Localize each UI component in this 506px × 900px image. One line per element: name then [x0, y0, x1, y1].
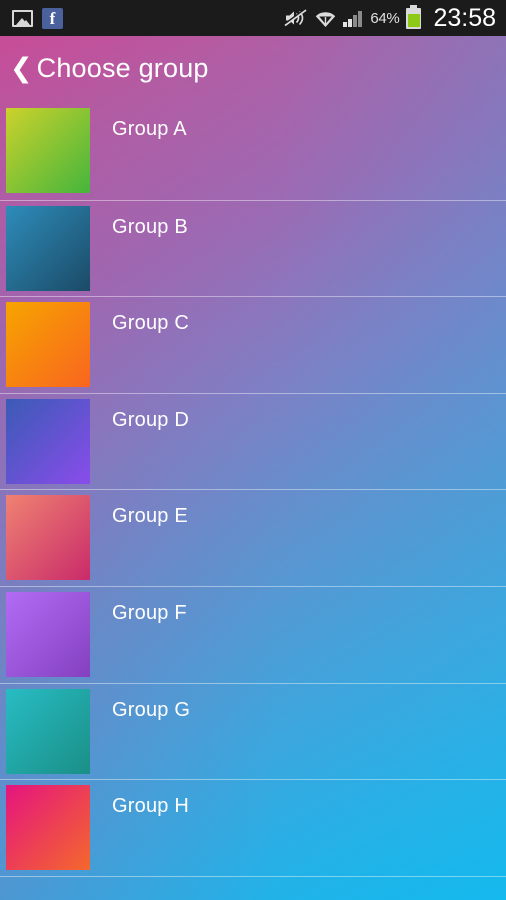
signal-bar-3 [353, 14, 357, 27]
list-item[interactable]: Group A [0, 103, 506, 200]
list-item-label: Group B [112, 215, 188, 238]
group-b-swatch [6, 205, 90, 291]
list-item[interactable]: Group B [0, 199, 506, 297]
list-item-label: Group E [112, 505, 188, 528]
list-item[interactable]: Group C [0, 296, 506, 393]
group-list[interactable]: Group A Group B Group C Group D Group E Group… [0, 103, 506, 900]
list-item-label: Group A [112, 118, 187, 140]
list-item[interactable]: Group G [0, 682, 506, 780]
group-e-swatch [6, 495, 90, 581]
back-chevron-icon[interactable]: ❮ [6, 55, 37, 85]
battery-icon [406, 4, 422, 29]
list-item[interactable]: Group E [0, 489, 506, 586]
clock-label: 23:58 [433, 3, 496, 32]
cellular-signal-icon [343, 10, 363, 27]
list-item-label: Group G [112, 698, 191, 721]
page-title: Choose group [36, 53, 209, 83]
status-bar: f 64% 23:58 [0, 0, 506, 36]
signal-bar-1 [343, 21, 347, 27]
group-g-swatch [6, 688, 90, 774]
phone-screen: f 64% 23:58 ❮ Choose group Group A Group… [0, 0, 506, 900]
facebook-icon: f [42, 7, 63, 29]
status-bar-system-icons: 64% 23:58 [284, 4, 496, 33]
list-item-label: Group F [112, 601, 187, 624]
list-item-label: Group C [112, 312, 189, 335]
list-item-label: Group D [112, 408, 189, 431]
group-h-swatch [6, 785, 90, 871]
signal-bar-2 [348, 18, 352, 27]
list-item[interactable]: Group F [0, 585, 506, 683]
list-item[interactable] [0, 875, 506, 900]
facebook-icon-glyph: f [49, 8, 56, 28]
next-group-swatch-partial [6, 882, 90, 900]
group-a-swatch [6, 108, 90, 193]
list-item[interactable]: Group H [0, 779, 506, 876]
list-item-label: Group H [112, 795, 189, 818]
group-d-swatch [6, 398, 90, 484]
group-f-swatch [6, 591, 90, 677]
signal-bar-4 [358, 10, 362, 27]
battery-percent-label: 64% [370, 9, 400, 27]
gallery-icon [12, 9, 33, 27]
app-header: ❮ Choose group [0, 36, 506, 103]
wifi-icon [315, 8, 336, 28]
list-item[interactable]: Group D [0, 392, 506, 490]
battery-icon-fill [407, 13, 420, 27]
group-c-swatch [6, 302, 90, 388]
sound-muted-icon [284, 8, 308, 28]
status-bar-notifications: f [12, 7, 63, 29]
